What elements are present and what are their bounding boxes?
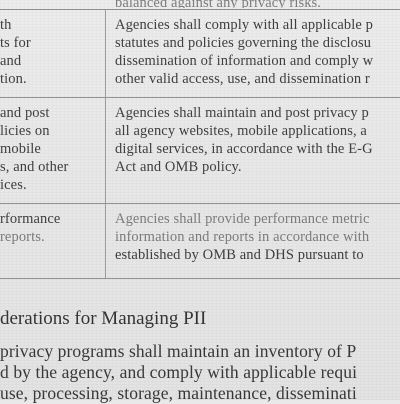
cell-line: ices.	[0, 177, 27, 193]
cell-line: information and reports in accordance wi…	[115, 229, 370, 245]
section-body: privacy programs shall maintain an inven…	[0, 341, 400, 404]
table-top-fragment: balanced against any privacy risks.	[115, 0, 400, 8]
table-row-1-right-cell: Agencies shall comply with all applicabl…	[115, 16, 400, 94]
cell-line: and	[0, 53, 22, 69]
cell-line: reports.	[0, 229, 45, 245]
cell-line: Act and OMB policy.	[115, 159, 242, 175]
table-row-2-left-cell: and post licies on mobile s, and other i…	[0, 104, 104, 200]
cell-line: statutes and policies governing the disc…	[115, 35, 372, 51]
table-top-fragment-text: balanced against any privacy risks.	[115, 0, 322, 8]
cell-line: mobile	[0, 141, 41, 157]
document-page: balanced against any privacy risks. th t…	[0, 0, 400, 403]
cell-line: Agencies shall provide performance metri…	[115, 211, 370, 227]
table-row-3-right-cell: Agencies shall provide performance metri…	[115, 210, 400, 270]
cell-line: rformance	[0, 211, 61, 227]
table-row-3-left-cell: rformance reports.	[0, 210, 104, 270]
table-rule	[0, 9, 400, 10]
table-row-1-left-cell: th ts for and tion.	[0, 16, 104, 94]
cell-line: all agency websites, mobile applications…	[115, 123, 367, 139]
cell-line: digital services, in accordance with the…	[115, 141, 373, 157]
table-rule	[0, 203, 400, 204]
cell-line: Agencies shall comply with all applicabl…	[115, 17, 373, 33]
cell-line: dissemination of information and comply …	[115, 53, 374, 69]
section-heading: derations for Managing PII	[0, 308, 207, 329]
cell-line: tion.	[0, 71, 27, 87]
cell-line: ts for	[0, 35, 31, 51]
cell-line: and post	[0, 105, 50, 121]
cell-line: s, and other	[0, 159, 69, 175]
cell-line: other valid access, use, and disseminati…	[115, 71, 370, 87]
table-row-2-right-cell: Agencies shall maintain and post privacy…	[115, 104, 400, 200]
cell-line: established by OMB and DHS pursuant to	[115, 247, 364, 263]
table-column-divider	[105, 9, 106, 278]
body-line: use, processing, storage, maintenance, d…	[0, 383, 357, 403]
table-rule	[0, 97, 400, 98]
cell-line: licies on	[0, 123, 50, 139]
table-bottom-rule	[0, 278, 400, 279]
body-line: privacy programs shall maintain an inven…	[0, 341, 357, 361]
cell-line: Agencies shall maintain and post privacy…	[115, 105, 369, 121]
cell-line: th	[0, 17, 12, 33]
body-line: d by the agency, and comply with applica…	[0, 362, 358, 382]
